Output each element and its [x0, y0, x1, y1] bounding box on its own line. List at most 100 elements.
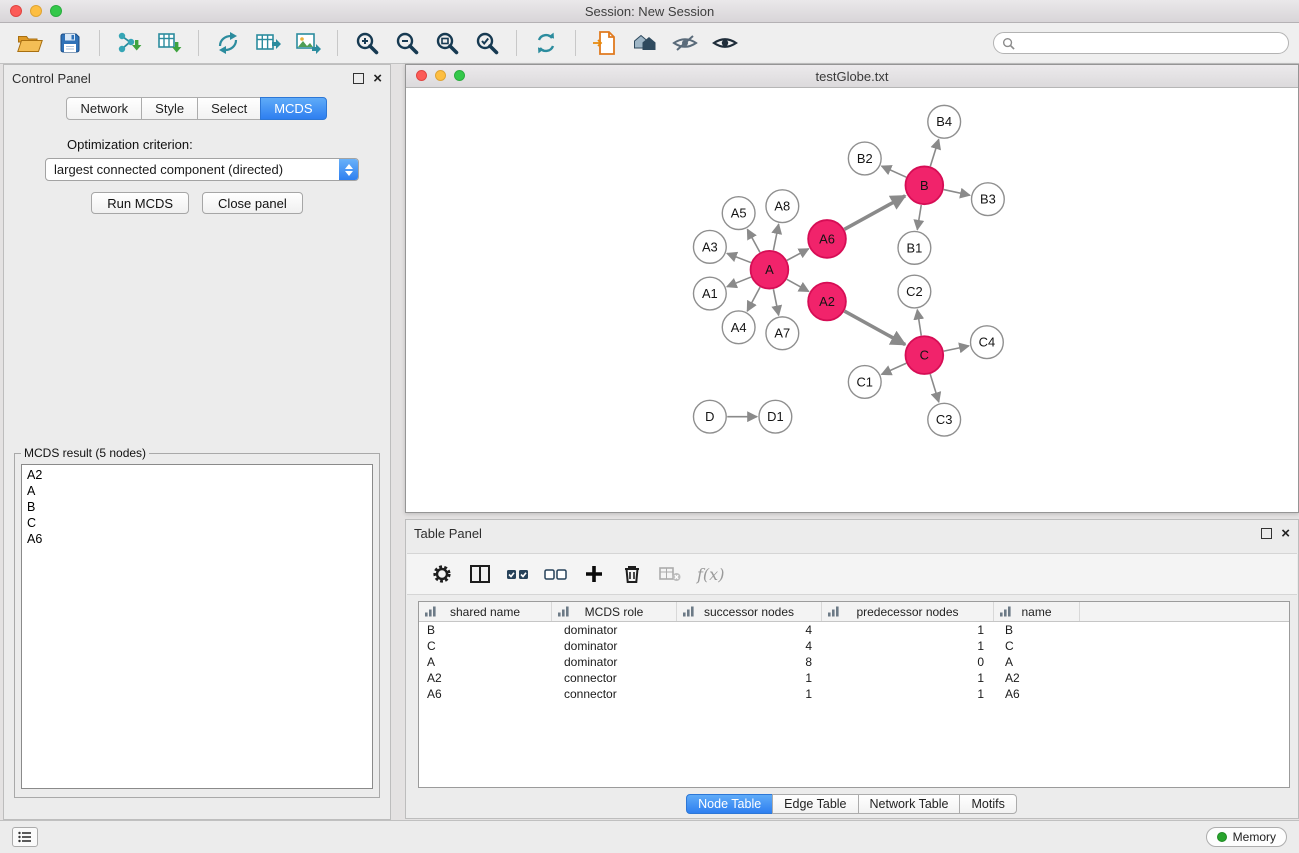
task-history-button[interactable] [12, 827, 38, 847]
column-header-predecessor-nodes[interactable]: predecessor nodes [822, 602, 994, 621]
zoom-in-button[interactable] [349, 27, 385, 59]
table-row[interactable]: Bdominator41B [419, 622, 1289, 638]
search-field[interactable] [993, 32, 1289, 54]
graph-edge-A2-C[interactable] [844, 311, 905, 344]
graph-node-B[interactable]: B [905, 166, 943, 204]
home-networks-button[interactable] [627, 27, 663, 59]
graph-edge-A-A1[interactable] [727, 277, 751, 287]
import-table-button[interactable] [151, 27, 187, 59]
tab-network-table[interactable]: Network Table [858, 794, 961, 814]
column-header-shared-name[interactable]: shared name [419, 602, 552, 621]
mcds-result-item[interactable]: A [22, 483, 372, 499]
close-network-icon[interactable] [416, 70, 427, 81]
minimize-window-icon[interactable] [30, 5, 42, 17]
table-row[interactable]: A2connector11A2 [419, 670, 1289, 686]
tab-network[interactable]: Network [66, 97, 142, 120]
run-mcds-button[interactable]: Run MCDS [91, 192, 189, 214]
delete-row-button[interactable] [615, 559, 649, 589]
zoom-window-icon[interactable] [50, 5, 62, 17]
table-row[interactable]: Adominator80A [419, 654, 1289, 670]
graph-edge-B-B3[interactable] [944, 190, 970, 196]
function-builder-button[interactable]: f(x) [697, 565, 724, 584]
graph-node-A1[interactable]: A1 [693, 277, 726, 310]
refresh-layout-button[interactable] [528, 27, 564, 59]
graph-edge-C-C1[interactable] [882, 363, 907, 374]
graph-node-D[interactable]: D [693, 400, 726, 433]
mcds-result-item[interactable]: B [22, 499, 372, 515]
network-window-titlebar[interactable]: testGlobe.txt [406, 65, 1298, 88]
graph-edge-C-C4[interactable] [944, 346, 969, 351]
close-panel-icon[interactable]: × [373, 74, 382, 83]
graph-edge-B-B1[interactable] [917, 205, 921, 230]
graph-edge-A-A7[interactable] [773, 289, 778, 315]
graph-edge-A-A4[interactable] [747, 287, 760, 311]
zoom-network-icon[interactable] [454, 70, 465, 81]
graph-edge-A-A2[interactable] [787, 279, 809, 291]
close-table-panel-icon[interactable]: × [1281, 529, 1290, 538]
graph-node-B1[interactable]: B1 [898, 231, 931, 264]
select-all-button[interactable] [501, 559, 535, 589]
show-details-button[interactable] [707, 27, 743, 59]
graph-edge-A-A5[interactable] [747, 229, 760, 252]
zoom-fit-button[interactable] [429, 27, 465, 59]
mcds-result-list[interactable]: A2ABCA6 [21, 464, 373, 789]
graph-edge-A-A3[interactable] [727, 253, 751, 262]
graph-node-A2[interactable]: A2 [808, 283, 846, 321]
float-panel-icon[interactable] [353, 73, 364, 84]
import-network-button[interactable] [111, 27, 147, 59]
deselect-all-button[interactable] [539, 559, 573, 589]
graph-node-C4[interactable]: C4 [971, 326, 1004, 359]
tab-motifs[interactable]: Motifs [959, 794, 1016, 814]
export-image-button[interactable] [290, 27, 326, 59]
add-row-button[interactable] [577, 559, 611, 589]
graph-node-C2[interactable]: C2 [898, 275, 931, 308]
tab-edge-table[interactable]: Edge Table [772, 794, 858, 814]
zoom-selected-button[interactable] [469, 27, 505, 59]
graph-node-A6[interactable]: A6 [808, 220, 846, 258]
show-columns-button[interactable] [463, 559, 497, 589]
column-header-successor-nodes[interactable]: successor nodes [677, 602, 822, 621]
mcds-result-item[interactable]: C [22, 515, 372, 531]
graph-node-C3[interactable]: C3 [928, 403, 961, 436]
graph-node-A4[interactable]: A4 [722, 311, 755, 344]
graph-edge-B-B4[interactable] [930, 139, 938, 166]
new-table-button[interactable] [250, 27, 286, 59]
delete-table-button[interactable] [653, 559, 687, 589]
graph-node-D1[interactable]: D1 [759, 400, 792, 433]
table-row[interactable]: Cdominator41C [419, 638, 1289, 654]
graph-node-A3[interactable]: A3 [693, 230, 726, 263]
tab-node-table[interactable]: Node Table [686, 794, 773, 814]
column-header-mcds-role[interactable]: MCDS role [552, 602, 677, 621]
graph-node-B4[interactable]: B4 [928, 105, 961, 138]
float-table-panel-icon[interactable] [1261, 528, 1272, 539]
graph-node-B3[interactable]: B3 [971, 183, 1004, 216]
table-settings-button[interactable] [425, 559, 459, 589]
graph-edge-A6-B[interactable] [844, 196, 905, 229]
column-header-name[interactable]: name [994, 602, 1080, 621]
network-canvas[interactable]: B4B2BB3A5A8A6B1A3AC2A1A2A4A7C4CC1C3DD1 [407, 88, 1297, 511]
minimize-network-icon[interactable] [435, 70, 446, 81]
tab-mcds[interactable]: MCDS [260, 97, 326, 120]
tab-select[interactable]: Select [197, 97, 261, 120]
graph-edge-B-B2[interactable] [882, 166, 907, 177]
graph-node-A8[interactable]: A8 [766, 190, 799, 223]
save-session-button[interactable] [52, 27, 88, 59]
optimization-criterion-dropdown[interactable]: largest connected component (directed) [45, 158, 359, 181]
hide-details-button[interactable] [667, 27, 703, 59]
mcds-result-item[interactable]: A6 [22, 531, 372, 547]
mcds-result-item[interactable]: A2 [22, 467, 372, 483]
graph-edge-A-A6[interactable] [787, 249, 809, 261]
new-network-button[interactable] [210, 27, 246, 59]
search-input[interactable] [1020, 35, 1280, 51]
graph-node-C[interactable]: C [905, 336, 943, 374]
graph-node-A[interactable]: A [751, 251, 789, 289]
table-row[interactable]: A6connector11A6 [419, 686, 1289, 702]
open-document-button[interactable] [587, 27, 623, 59]
graph-edge-C-C3[interactable] [930, 374, 939, 402]
zoom-out-button[interactable] [389, 27, 425, 59]
close-window-icon[interactable] [10, 5, 22, 17]
graph-node-C1[interactable]: C1 [848, 366, 881, 399]
graph-node-A5[interactable]: A5 [722, 197, 755, 230]
tab-style[interactable]: Style [141, 97, 198, 120]
graph-edge-A-A8[interactable] [773, 224, 778, 250]
